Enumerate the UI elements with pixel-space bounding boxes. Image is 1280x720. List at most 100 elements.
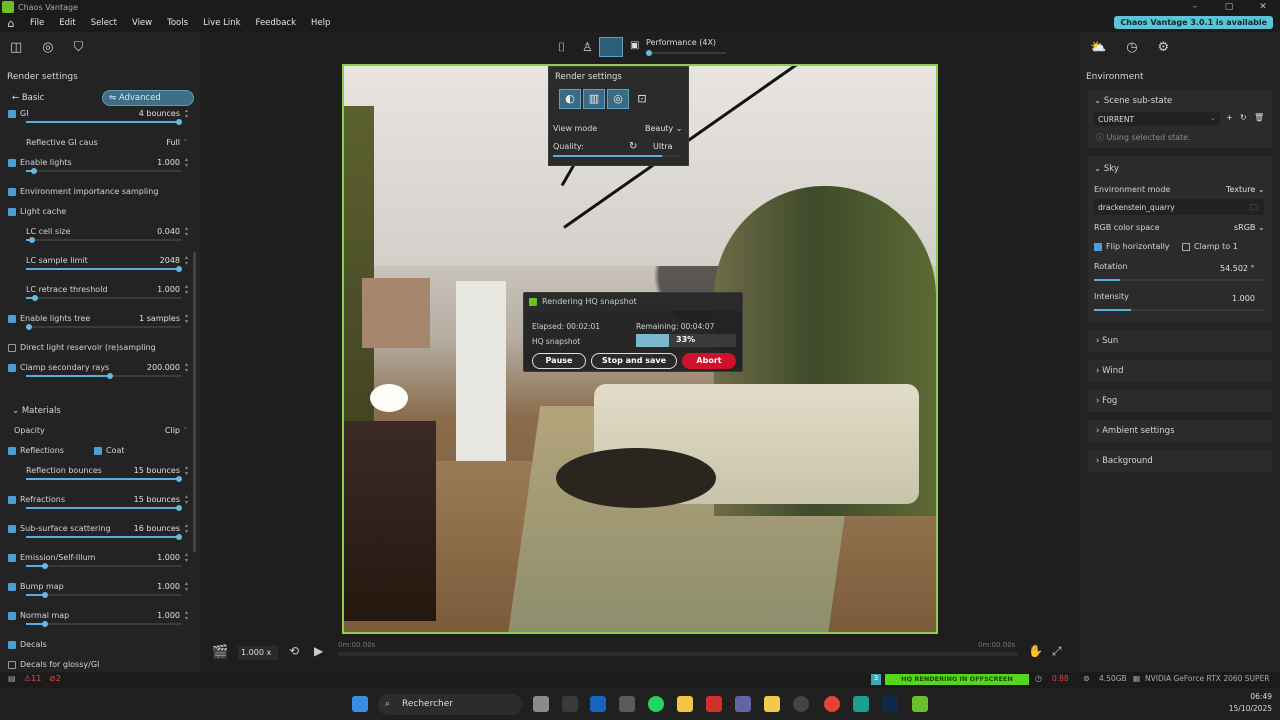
taskbar-search[interactable]: ⌕ Rechercher (378, 694, 522, 715)
split-icon[interactable]: ▥ (583, 89, 605, 109)
setting-value[interactable]: 1.000 (157, 582, 180, 591)
folder-app-icon[interactable] (677, 696, 693, 712)
substate-select[interactable]: CURRENT ⌄ (1094, 112, 1220, 126)
setting-slider[interactable] (26, 505, 182, 511)
setting-slider[interactable] (26, 373, 182, 379)
start-icon[interactable] (352, 696, 368, 712)
setting-checkbox[interactable] (8, 364, 16, 372)
render-settings-toggle[interactable] (599, 37, 623, 57)
timeline-scrubber[interactable] (338, 652, 1018, 656)
setting-checkbox[interactable] (8, 110, 16, 118)
setting-value[interactable]: 1.000 (157, 553, 180, 562)
section-sun[interactable]: › Sun (1088, 330, 1272, 352)
spinner-icon[interactable]: ▴ ▾ (185, 465, 188, 477)
setting-value[interactable]: 1 samples (139, 314, 180, 323)
setting-slider[interactable] (26, 563, 182, 569)
advanced-button[interactable]: ⇋ Advanced (102, 90, 194, 106)
view-mode-select[interactable]: Beauty ⌄ (645, 124, 683, 133)
setting-checkbox[interactable] (8, 525, 16, 533)
coat-checkbox[interactable] (94, 447, 102, 455)
setting-checkbox[interactable] (8, 344, 16, 352)
minimize-icon[interactable]: – (1178, 0, 1212, 14)
menu-view[interactable]: View (132, 18, 152, 28)
clamp-checkbox[interactable] (1182, 243, 1190, 251)
basic-button[interactable]: ← Basic (6, 90, 102, 106)
fullscreen-icon[interactable]: ⤢ (1052, 644, 1062, 659)
news-app-icon[interactable] (562, 696, 578, 712)
setting-slider[interactable] (26, 237, 182, 243)
spinner-icon[interactable]: ▴ ▾ (185, 552, 188, 564)
chrome-icon[interactable] (824, 696, 840, 712)
setting-checkbox[interactable] (8, 315, 16, 323)
shield-icon[interactable]: ⛉ (74, 40, 84, 55)
rgb-select[interactable]: sRGB ⌄ (1234, 223, 1265, 232)
photoshop-icon[interactable] (882, 696, 898, 712)
stop-and-save-button[interactable]: Stop and save (591, 353, 677, 369)
menu-file[interactable]: File (30, 18, 44, 28)
setting-value[interactable]: Full (166, 138, 180, 147)
setting-checkbox[interactable] (8, 641, 16, 649)
delete-icon[interactable]: 🗑 (1254, 113, 1264, 122)
setting-checkbox[interactable] (8, 554, 16, 562)
setting-slider[interactable] (26, 295, 182, 301)
spinner-icon[interactable]: ▴ ▾ (185, 523, 188, 535)
flip-checkbox[interactable] (1094, 243, 1102, 251)
teams-icon[interactable] (735, 696, 751, 712)
setting-checkbox[interactable] (8, 208, 16, 216)
maximize-icon[interactable]: ▢ (1212, 0, 1246, 14)
globe-icon[interactable]: ◎ (42, 40, 53, 55)
zoom-field[interactable]: 1.000 x (238, 646, 278, 660)
materials-header[interactable]: ⌄ Materials (6, 405, 190, 425)
add-icon[interactable]: + (1226, 113, 1233, 122)
timer-icon[interactable]: ◷ (1126, 40, 1137, 55)
screenshot-icon[interactable]: ⌷ (558, 40, 565, 55)
sliders-icon[interactable]: ⚙ (1158, 40, 1170, 55)
spinner-icon[interactable]: ▴ ▾ (185, 610, 188, 622)
intensity-value[interactable]: 1.000 (1232, 294, 1255, 303)
setting-slider[interactable] (26, 324, 182, 330)
menu-tools[interactable]: Tools (167, 18, 188, 28)
dropdown-icon[interactable]: ⌄ (183, 137, 188, 143)
setting-slider[interactable] (26, 119, 182, 125)
play-icon[interactable]: ▶ (314, 644, 323, 658)
reset-icon[interactable]: ↻ (629, 141, 637, 152)
denoise-icon[interactable]: ◐ (559, 89, 581, 109)
store-icon[interactable] (619, 696, 635, 712)
setting-checkbox[interactable] (8, 159, 16, 167)
pause-button[interactable]: Pause (532, 353, 586, 369)
setting-value[interactable]: 4 bounces (139, 110, 180, 118)
update-badge[interactable]: Chaos Vantage 3.0.1 is available (1114, 16, 1273, 29)
abort-button[interactable]: Abort (682, 353, 736, 369)
spinner-icon[interactable]: ▴ ▾ (185, 362, 188, 374)
spinner-icon[interactable]: ▴ ▾ (185, 110, 188, 120)
spinner-icon[interactable]: ▴ ▾ (185, 157, 188, 169)
setting-slider[interactable] (26, 621, 182, 627)
folder-icon[interactable]: 🗀 (1250, 202, 1258, 216)
warning-count[interactable]: ⚠11 (24, 674, 41, 683)
hdr-file-field[interactable]: drackenstein_quarry 🗀 (1094, 199, 1264, 215)
section-fog[interactable]: › Fog (1088, 390, 1272, 412)
spinner-icon[interactable]: ▴ ▾ (185, 581, 188, 593)
setting-checkbox[interactable] (8, 661, 16, 669)
setting-checkbox[interactable] (8, 612, 16, 620)
walk-icon[interactable]: ♙ (582, 40, 593, 54)
error-count[interactable]: ⊘2 (49, 674, 61, 683)
setting-value[interactable]: 15 bounces (134, 466, 180, 475)
section-ambient-settings[interactable]: › Ambient settings (1088, 420, 1272, 442)
clapper-icon[interactable]: 🎬 (212, 645, 228, 660)
spinner-icon[interactable]: ▴ ▾ (185, 494, 188, 506)
dlss-icon[interactable]: ▣ (630, 40, 639, 51)
setting-value[interactable]: 1.000 (157, 285, 180, 294)
menu-help[interactable]: Help (311, 18, 330, 28)
sketchup-icon[interactable] (853, 696, 869, 712)
log-icon[interactable]: ▤ (8, 674, 16, 683)
camera-settings-icon[interactable]: ◫ (10, 40, 22, 55)
task-view-icon[interactable] (533, 696, 549, 712)
setting-value[interactable]: 0.040 (157, 227, 180, 236)
setting-checkbox[interactable] (8, 496, 16, 504)
home-icon[interactable]: ⌂ (2, 17, 20, 30)
setting-checkbox[interactable] (8, 447, 16, 455)
setting-value[interactable]: 1.000 (157, 611, 180, 620)
setting-slider[interactable] (26, 476, 182, 482)
setting-value[interactable]: 15 bounces (134, 495, 180, 504)
